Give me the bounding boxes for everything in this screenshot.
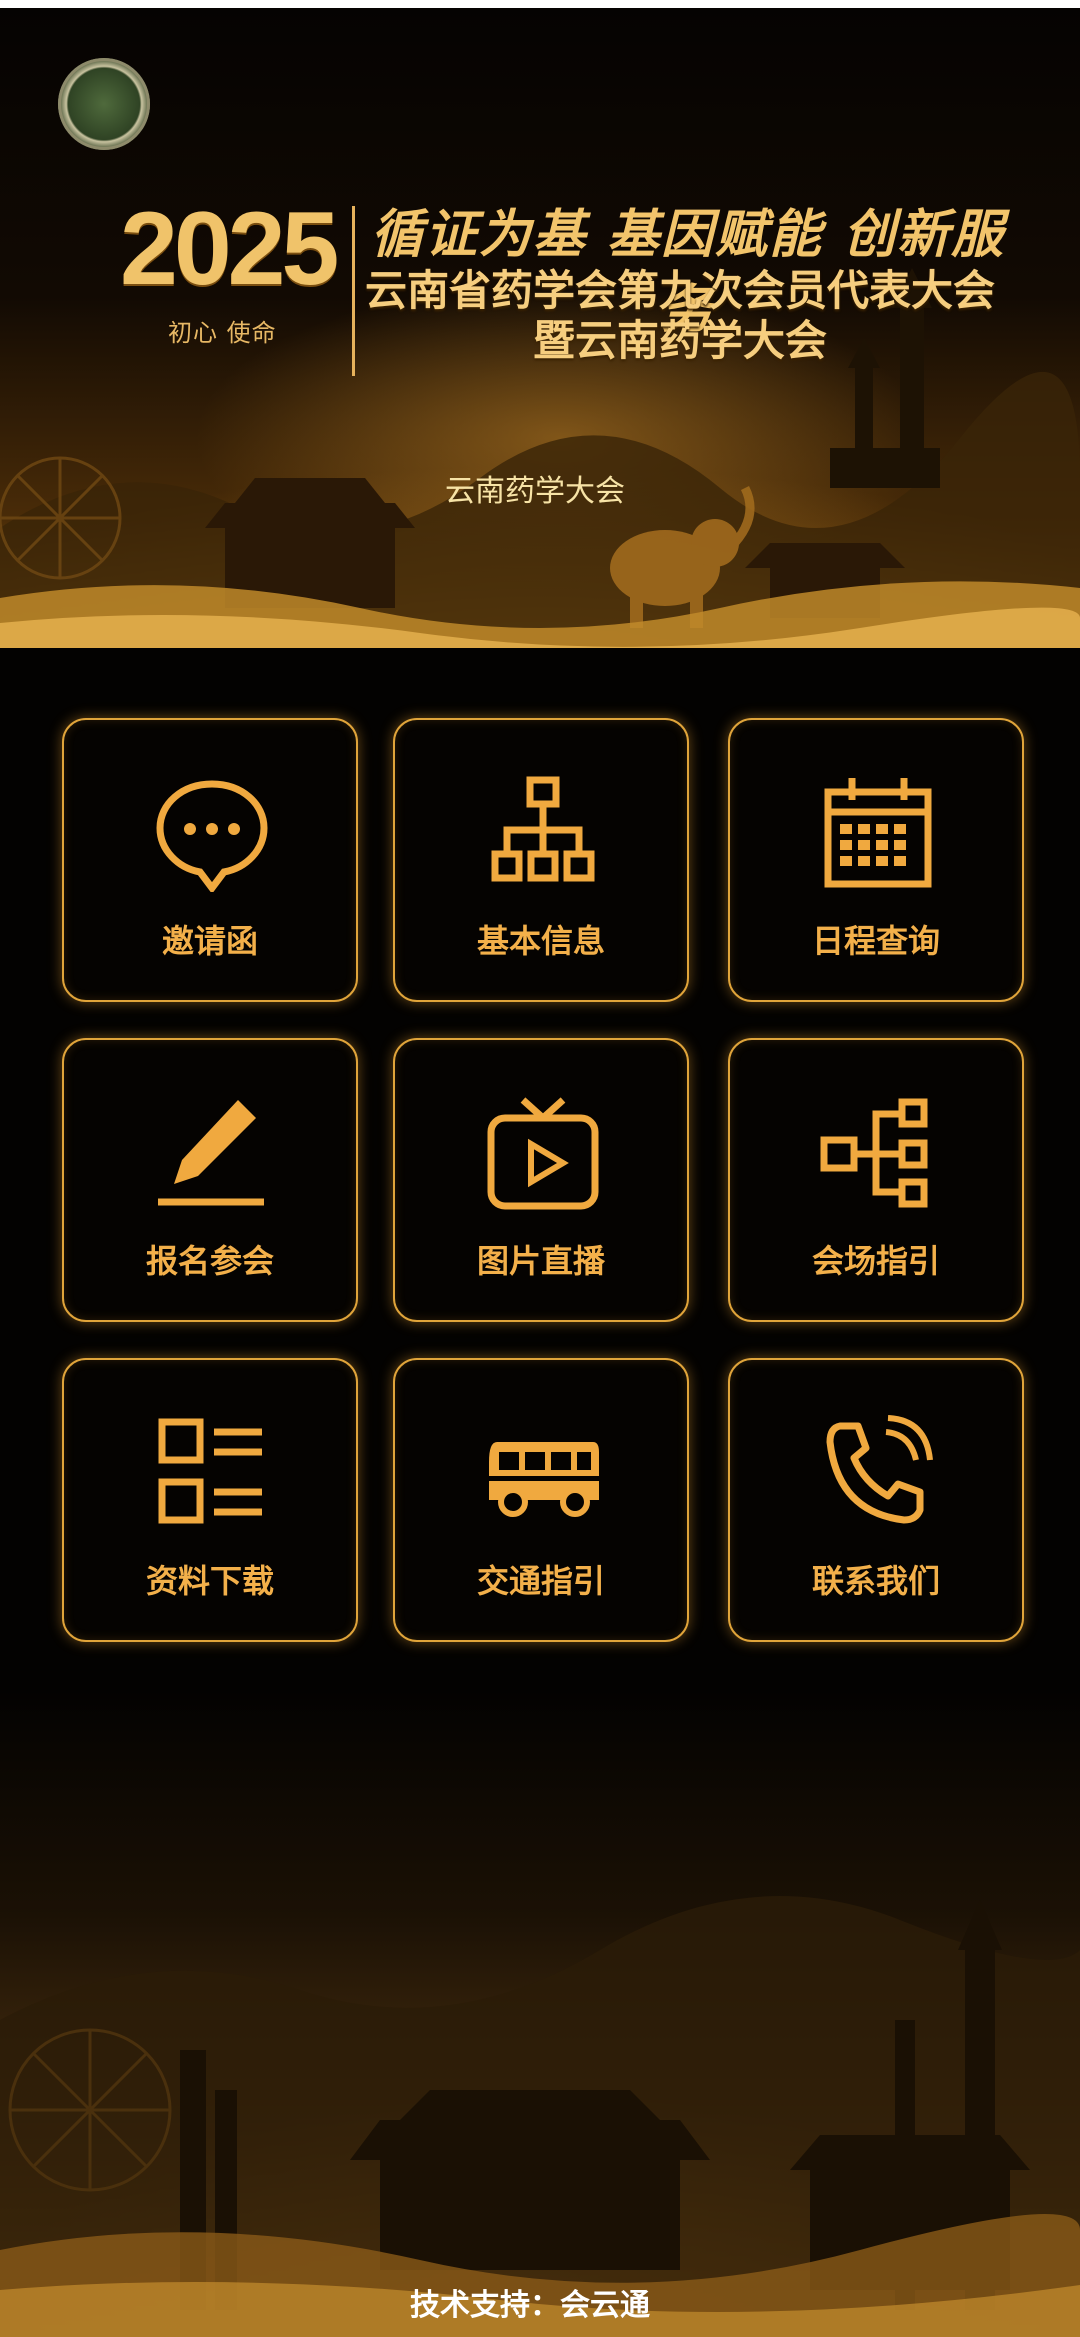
year-badge: 初心 使命 — [168, 319, 277, 347]
bus-icon — [489, 1442, 599, 1517]
menu-tile-label: 交通指引 — [476, 1562, 605, 1600]
menu-tile-label: 日程查询 — [811, 922, 940, 960]
org-chart-icon — [491, 776, 595, 882]
event-year: 2025 — [120, 191, 339, 307]
menu-tile-transport[interactable]: 交通指引 — [393, 1358, 689, 1642]
menu-tile-schedule[interactable]: 日程查询 — [728, 718, 1024, 1002]
tech-support-text: 技术支持：会云通 — [410, 2288, 650, 2323]
status-strip — [0, 0, 1080, 8]
pencil-icon — [158, 1100, 264, 1206]
footer-landscape — [0, 1896, 1080, 2337]
conference-title-line1: 云南省药学会第九次会员代表大会 — [364, 266, 995, 315]
page: 2025 初心 使命 循证为基 基因赋能 创新服务 云南省药学会第九次会员代表大… — [0, 0, 1080, 2337]
menu-tile-label: 资料下载 — [145, 1562, 274, 1600]
menu-tile-invitation[interactable]: 邀请函 — [62, 718, 358, 1002]
tv-play-icon — [487, 1097, 599, 1210]
menu-tile-label: 联系我们 — [811, 1562, 940, 1600]
menu-tile-label: 会场指引 — [811, 1242, 940, 1280]
menu-tile-venue-guide[interactable]: 会场指引 — [728, 1038, 1024, 1322]
menu-tile-label: 图片直播 — [476, 1242, 605, 1280]
association-logo — [58, 58, 150, 150]
menu-tile-label: 报名参会 — [145, 1242, 274, 1280]
header-banner: 2025 初心 使命 循证为基 基因赋能 创新服务 云南省药学会第九次会员代表大… — [0, 8, 1080, 648]
conference-title-line2: 暨云南药学大会 — [532, 316, 827, 365]
sitemap-icon — [820, 1098, 928, 1208]
menu-tile-register[interactable]: 报名参会 — [62, 1038, 358, 1322]
menu-tile-contact[interactable]: 联系我们 — [728, 1358, 1024, 1642]
calendar-icon — [824, 778, 932, 888]
footer-scenery — [0, 1690, 1080, 2337]
menu-tile-downloads[interactable]: 资料下载 — [62, 1358, 358, 1642]
title-divider — [352, 206, 355, 376]
list-icon — [158, 1418, 262, 1524]
conference-title: 云南省药学会第九次会员代表大会 暨云南药学大会 — [360, 266, 1000, 366]
phone-icon — [826, 1415, 933, 1524]
banner-caption: 云南药学大会 — [445, 474, 625, 509]
menu-tile-photo-live[interactable]: 图片直播 — [393, 1038, 689, 1322]
chat-bubble-icon — [156, 780, 268, 892]
menu-tile-label: 邀请函 — [161, 922, 258, 960]
menu-tile-basic-info[interactable]: 基本信息 — [393, 718, 689, 1002]
menu-tile-label: 基本信息 — [476, 922, 605, 960]
